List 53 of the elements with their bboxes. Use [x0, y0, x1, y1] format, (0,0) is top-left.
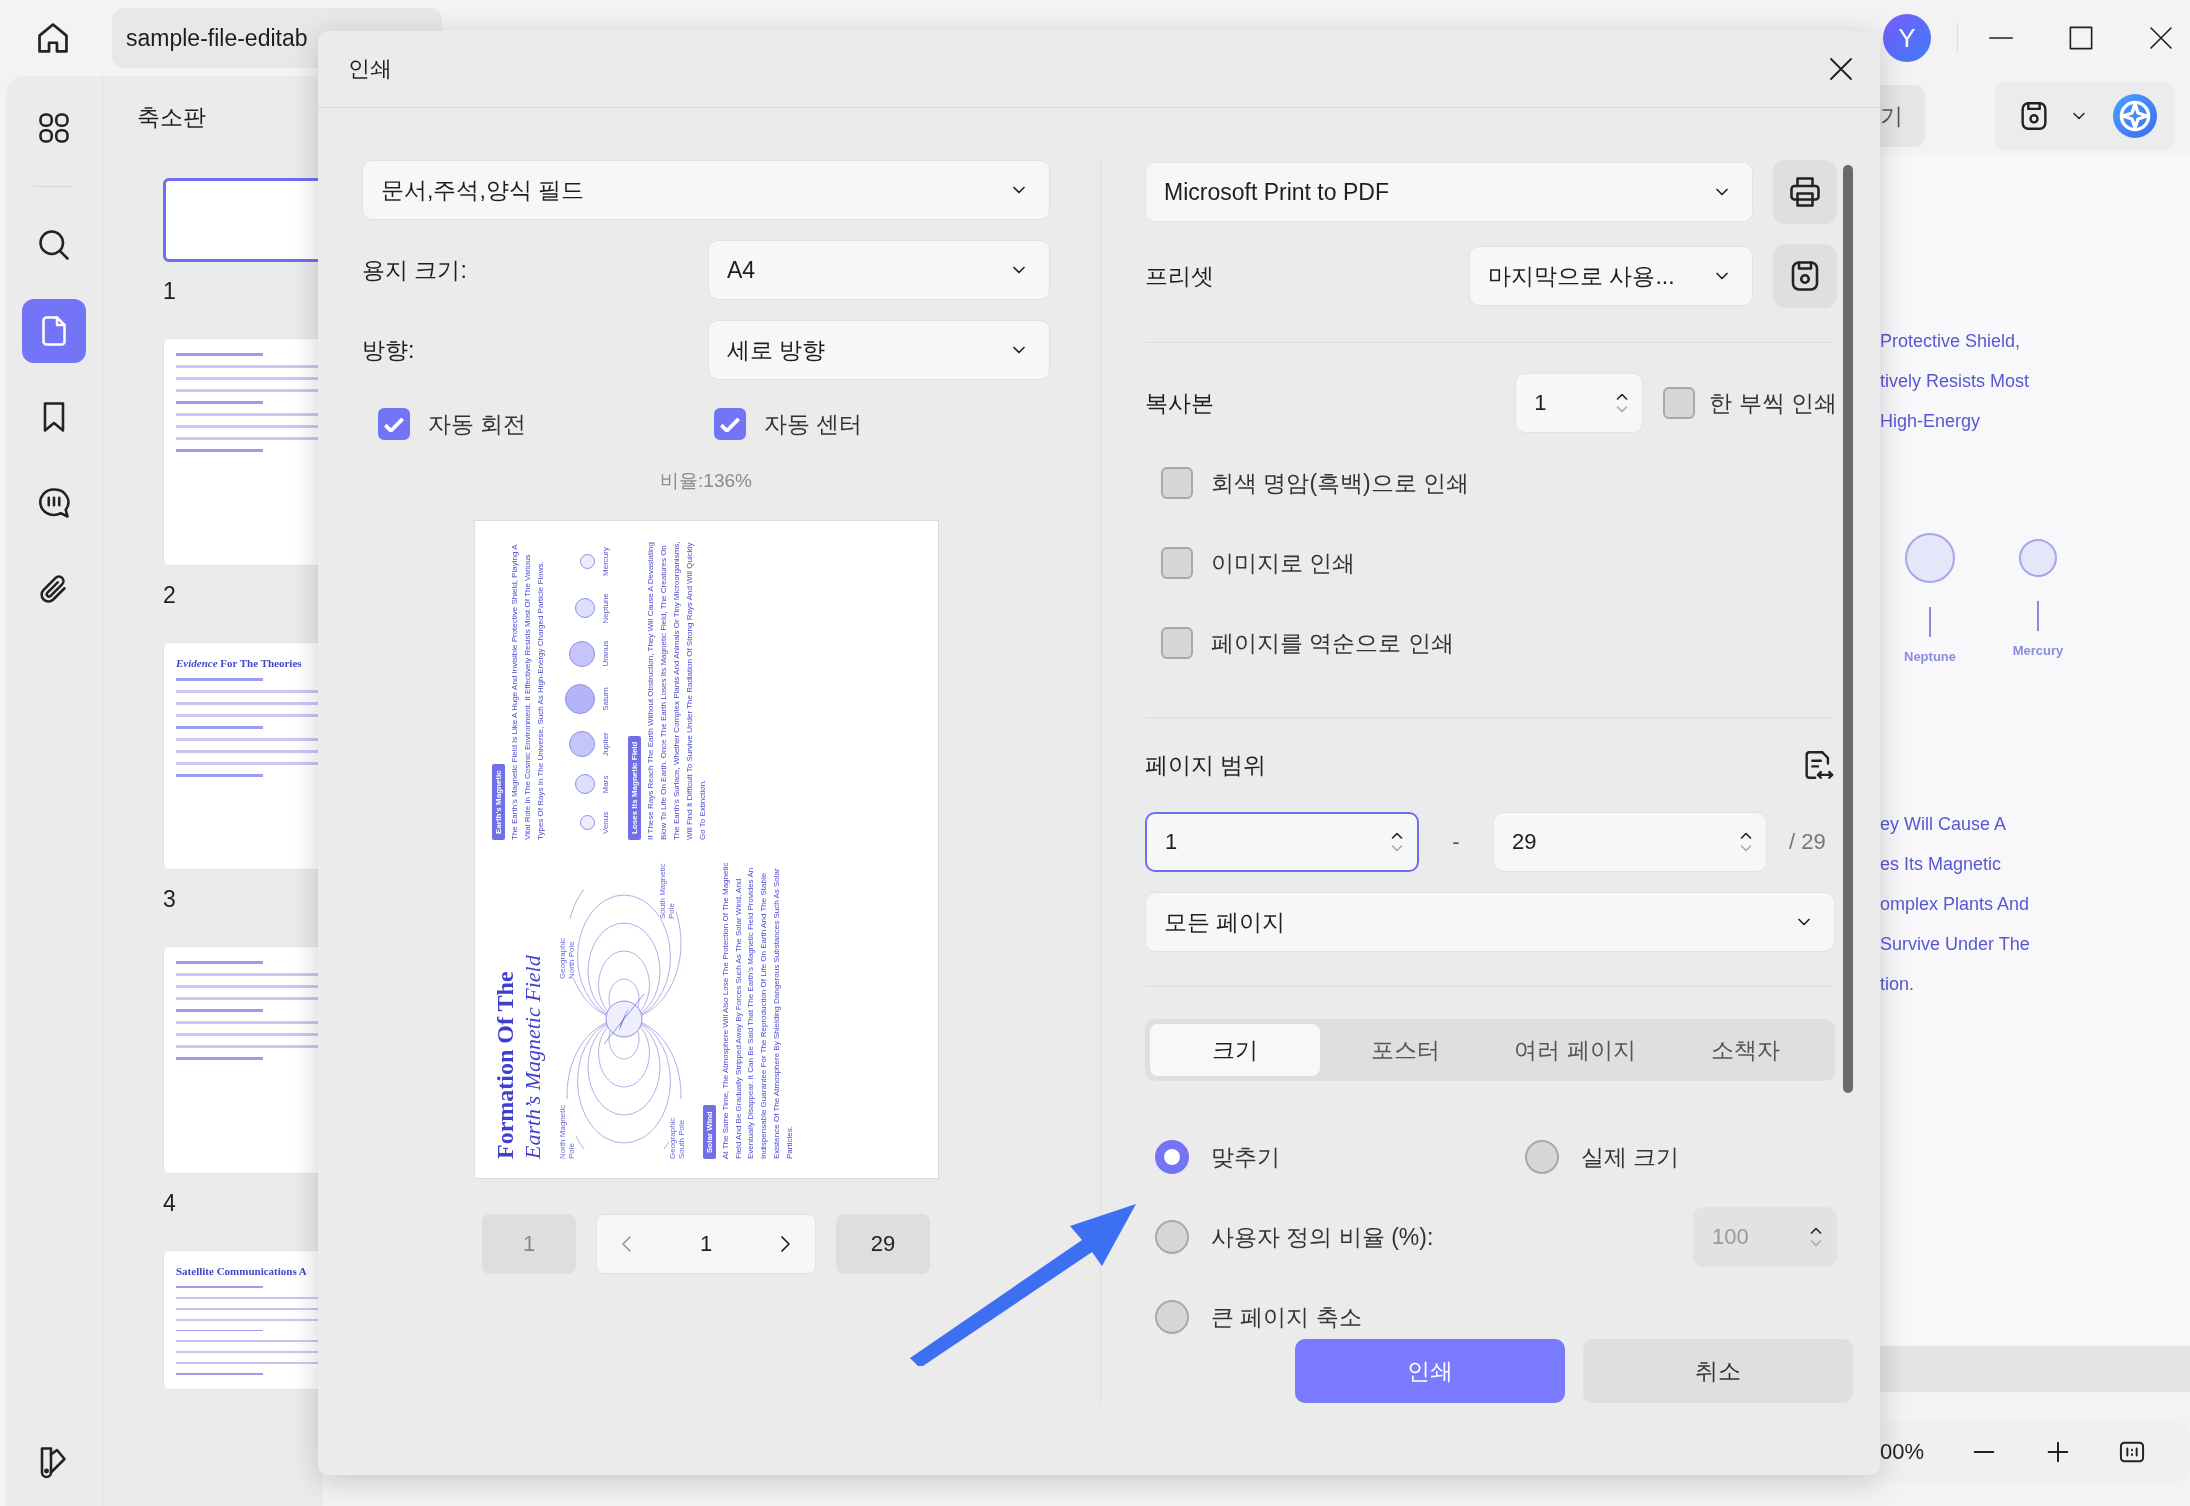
paragraph: If These Rays Reach The Earth Without Obstruction, They Will Cause A Devastating Blow To Life On Earth. Once The Earth Loses Its Magnetic Field, The Creatures On The Earth's Surface, Whether Complex Plants And Animals Or Tiny Microorganisms, Will Find It Difficult To Survive Under The Radiation Of Strong Rays And Will Quickly Go To Extinction. — [645, 540, 708, 840]
checkbox-label: 자동 회전 — [428, 409, 527, 439]
body-text: ey Will Cause A — [1880, 813, 2008, 836]
body-text: tion. — [1880, 973, 1916, 996]
thumbnail-heading: Evidence For The Theories — [176, 657, 303, 669]
preview-subtitle: Earth’s Magnetic Field — [519, 953, 545, 1159]
radio-label: 실제 크기 — [1581, 1142, 1680, 1172]
planet-label: Mars — [601, 775, 611, 793]
page-number: 1 — [163, 277, 177, 306]
page-number: 2 — [163, 581, 177, 610]
page-number: 3 — [163, 885, 177, 914]
body-text: Survive Under The — [1880, 933, 2031, 956]
paragraph: At The Same Time, The Atmosphere Will Also Lose The Protection Of The Magnetic Field And Be Gradually Stripped Away By Forces Such As The Solar Wind, And Eventually Disappear. It Can Be Said That The Earth's Magnetic Field Provides An Indispensable Guarantee For The Reproduction Of Life On Earth And The Stable Existence Of The Atmosphere By Shielding Dangerous Substances Such As Solar Particles. — [719, 861, 795, 1159]
scale-label: 비율:136% — [659, 469, 753, 493]
section-heading: Earth's Magnetic — [492, 763, 505, 840]
checkbox-label: 페이지를 역순으로 인쇄 — [1211, 628, 1454, 658]
page-number: 4 — [163, 1189, 177, 1218]
diagram-label: Geographic North Pole — [558, 918, 577, 979]
section-label: 페이지 범위 — [1145, 750, 1268, 780]
field-label: 복사본 — [1145, 388, 1215, 418]
planet-label: Jupiter — [601, 731, 611, 756]
section-heading: Solar Wind — [702, 1104, 716, 1159]
body-text: Protective Shield, — [1880, 330, 2022, 353]
field-label: 프리셋 — [1145, 261, 1215, 291]
planet-label: Mercury — [601, 546, 611, 576]
diagram-label: Geographic South Pole — [668, 1098, 687, 1159]
page-total: / 29 — [1789, 829, 1826, 855]
body-text: tively Resists Most — [1880, 370, 2031, 393]
thumbnail-heading: Satellite Communications A — [176, 1265, 308, 1277]
checkbox-label: 이미지로 인쇄 — [1211, 548, 1356, 578]
planet-label: Uranus — [601, 640, 611, 667]
checkbox-label: 한 부씩 인쇄 — [1709, 388, 1837, 418]
radio-label: 큰 페이지 축소 — [1211, 1302, 1362, 1332]
panel-title: 축소판 — [136, 103, 207, 132]
body-text: es Its Magnetic — [1880, 853, 2003, 876]
checkbox-label: 회색 명암(흑백)으로 인쇄 — [1211, 468, 1470, 498]
checkbox-label: 자동 센터 — [764, 409, 863, 439]
radio-label: 맞추기 — [1211, 1142, 1280, 1172]
body-text: High-Energy — [1880, 410, 1982, 433]
planet-label: Venus — [601, 811, 611, 834]
range-separator: - — [1451, 829, 1461, 855]
paragraph: The Earth's Magnetic Field Is Like A Huge And Invisible Protective Shield, Playing A Vital Role In The Cosmic Environment. It Effectively Resists Most Of The Various Types Of Rays In The Universe, Such As High-Energy Charged Particle Flows. — [509, 543, 546, 840]
section-heading: Loses Its Magnetic Field — [628, 735, 642, 840]
planet-label: Mercury — [2012, 643, 2064, 658]
field-label: 방향: — [362, 335, 415, 365]
body-text: omplex Plants And — [1880, 893, 2031, 916]
planet-label: Neptune — [1904, 649, 1956, 664]
planet-label: Saturn — [601, 686, 611, 711]
planet-label: Neptune — [601, 592, 611, 623]
diagram-label: North Magnetic Pole — [558, 1098, 577, 1159]
radio-label: 사용자 정의 비율 (%): — [1211, 1222, 1434, 1252]
field-label: 용지 크기: — [362, 255, 467, 285]
preview-title: Formation Of The — [492, 969, 519, 1159]
